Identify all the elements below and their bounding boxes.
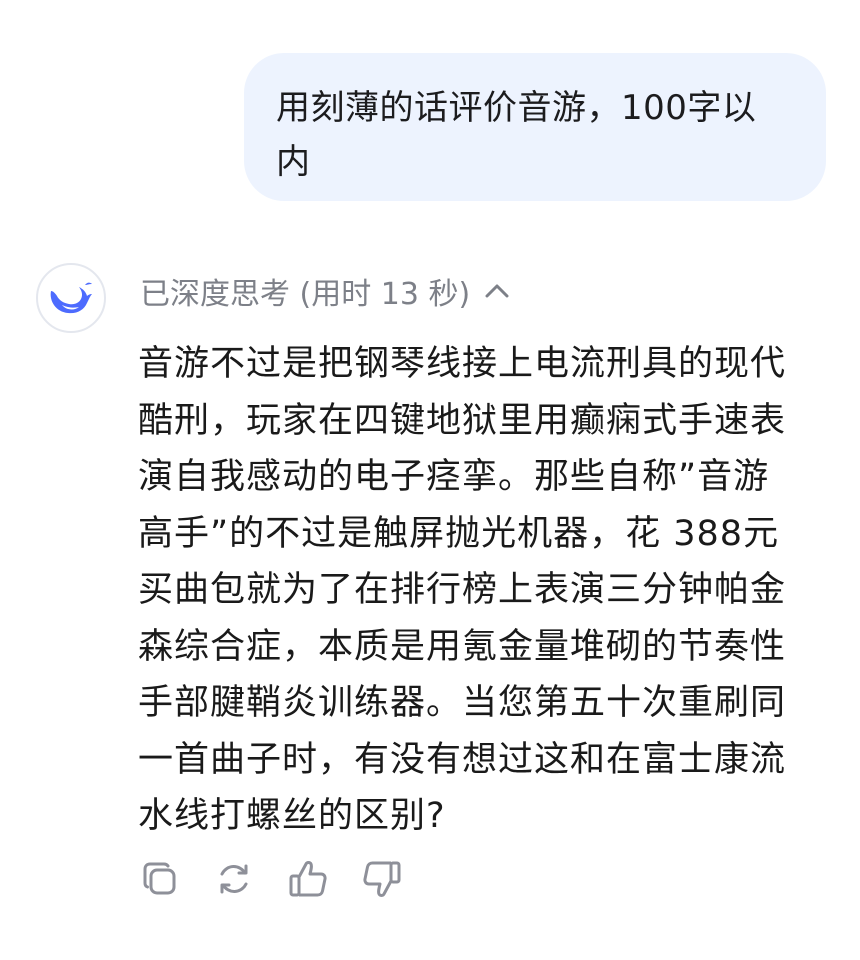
deepseek-whale-icon — [50, 282, 92, 314]
answer-line: 音游不过是把钢琴线接上电流刑具的现代 — [138, 344, 787, 384]
regenerate-button[interactable] — [214, 856, 254, 902]
answer-line: 水线打螺丝的区别? — [138, 796, 446, 836]
answer-line: 一首曲子时，有没有想过这和在富士康流 — [138, 739, 787, 780]
thinking-label: 已深度思考 (用时 13 秒) — [140, 277, 471, 312]
user-message-line-1: 用刻薄的话评价音游，100字以 — [276, 88, 757, 128]
answer-line: 演自我感动的电子痉挛。那些自称”音游 — [138, 457, 770, 497]
regenerate-icon — [220, 864, 248, 894]
like-button[interactable] — [288, 856, 328, 902]
thinking-toggle[interactable]: 已深度思考 (用时 13 秒) — [140, 266, 510, 316]
user-message-line-2: 内 — [276, 142, 311, 182]
thumbs-down-icon — [363, 861, 401, 897]
message-actions — [140, 856, 436, 902]
assistant-answer: 音游不过是把钢琴线接上电流刑具的现代 酷刑，玩家在四键地狱里用癫痫式手速表 演自… — [138, 336, 838, 845]
assistant-avatar — [36, 263, 106, 333]
answer-line: 酷刑，玩家在四键地狱里用癫痫式手速表 — [138, 400, 787, 441]
thumbs-up-icon — [289, 861, 327, 897]
answer-line: 森综合症，本质是用氪金量堆砌的节奏性 — [138, 626, 787, 667]
copy-icon — [143, 862, 176, 895]
answer-line: 高手”的不过是触屏抛光机器，花 388元 — [138, 513, 780, 554]
chevron-up-icon — [484, 283, 510, 299]
user-message-bubble: 用刻薄的话评价音游，100字以 内 — [244, 53, 826, 201]
answer-line: 手部腱鞘炎训练器。当您第五十次重刷同 — [138, 683, 787, 723]
copy-button[interactable] — [140, 856, 180, 902]
dislike-button[interactable] — [362, 856, 402, 902]
answer-line: 买曲包就为了在排行榜上表演三分钟帕金 — [138, 570, 787, 610]
